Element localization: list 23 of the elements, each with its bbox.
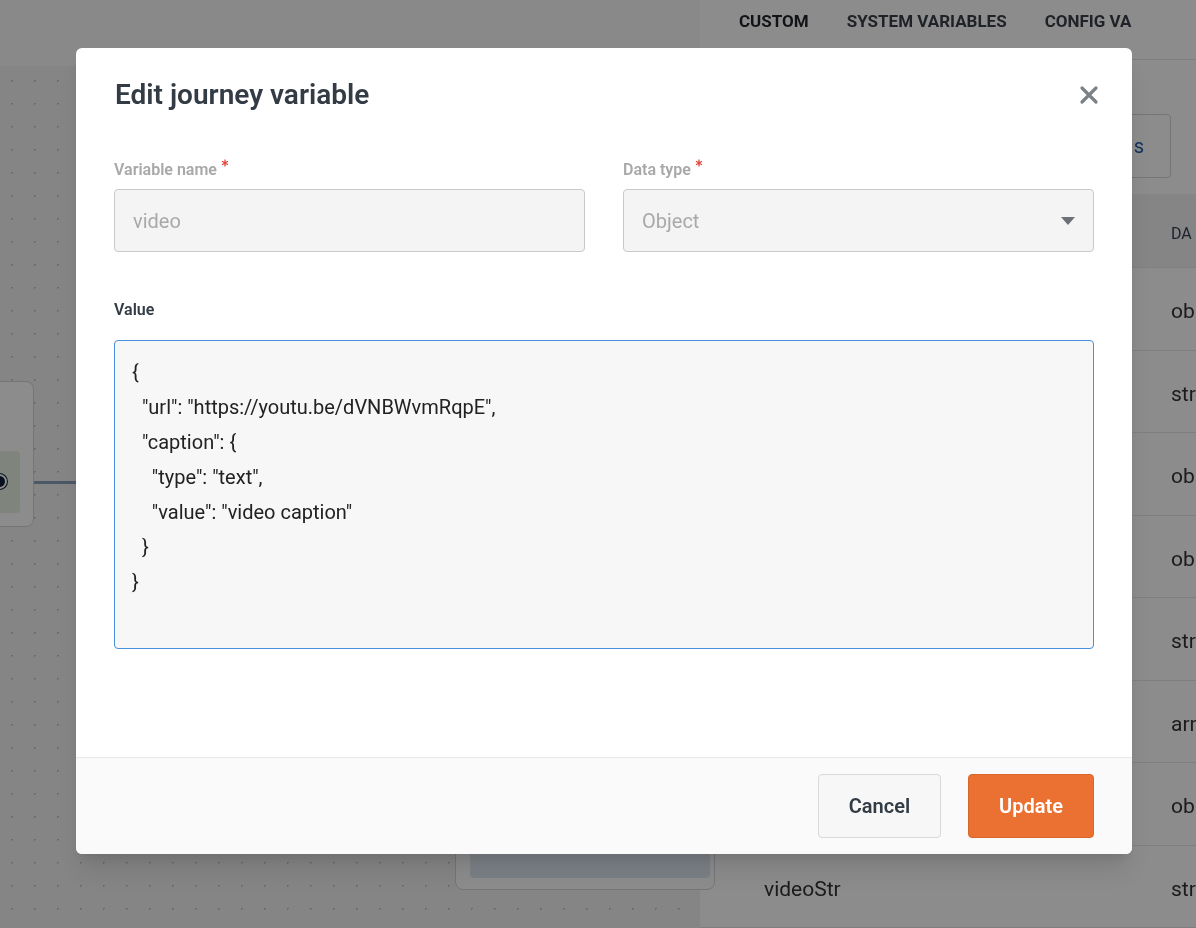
field-label: Variable name xyxy=(114,159,217,181)
table-cell-text: ob xyxy=(1171,463,1195,490)
update-button[interactable]: Update xyxy=(968,774,1094,838)
connector-line xyxy=(34,481,76,484)
close-icon[interactable] xyxy=(1079,85,1099,105)
table-cell-text: str xyxy=(1171,628,1196,655)
table-cell-text: ob xyxy=(1171,793,1195,820)
table-cell-text: arr xyxy=(1171,710,1196,738)
dialog-title: Edit journey variable xyxy=(115,77,370,113)
tab[interactable]: SYSTEM VARIABLES xyxy=(846,9,1007,35)
value-field[interactable]: { "url": "https://youtu.be/dVNBWvmRqpE", "caption": { "type": "text", "value": "video caption" } } xyxy=(114,340,1094,649)
tab[interactable]: CUSTOM xyxy=(739,9,809,35)
field-label: Value xyxy=(114,299,156,321)
table-cell-text: ob xyxy=(1171,298,1195,325)
tab[interactable]: CONFIG VA xyxy=(1044,9,1132,35)
cancel-button[interactable]: Cancel xyxy=(818,774,941,838)
table-cell-text: str xyxy=(1171,875,1196,903)
table-cell-text: str xyxy=(1171,380,1196,408)
table-cell-text: videoStr xyxy=(764,875,841,903)
caret-icon xyxy=(1061,216,1075,225)
column-header: DA xyxy=(1171,223,1192,246)
field-label: Data type xyxy=(623,159,691,181)
table-cell-text: ob xyxy=(1171,545,1195,573)
